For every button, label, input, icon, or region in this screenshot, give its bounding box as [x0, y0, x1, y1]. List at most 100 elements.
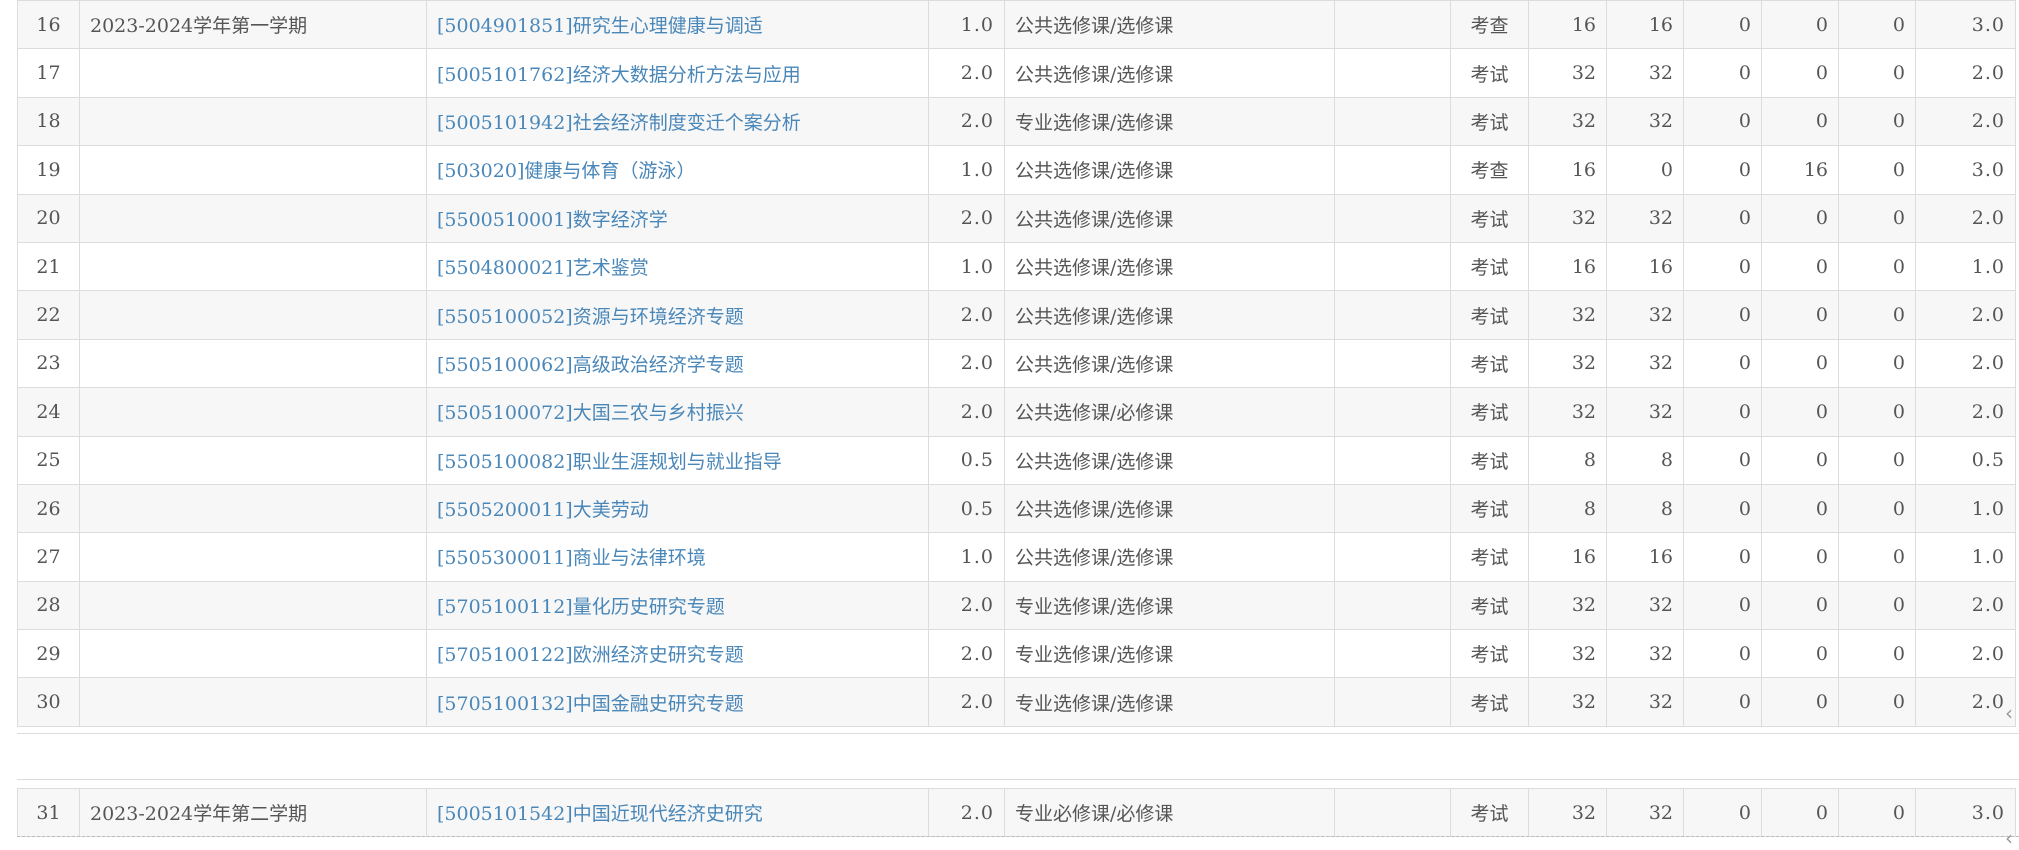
course-link[interactable]: [5505100072]大国三农与乡村振兴: [437, 402, 744, 424]
course-link[interactable]: [5505100082]职业生涯规划与就业指导: [437, 451, 782, 473]
row-index: 27: [17, 532, 80, 582]
course-link[interactable]: [5505200011]大美劳动: [437, 499, 649, 521]
practice-hours-cell: 0: [1761, 241, 1839, 292]
lab-hours-cell: 0: [1683, 532, 1762, 582]
practice-hours-cell: 0: [1761, 580, 1839, 631]
score-cell: 2.0: [1915, 580, 2016, 631]
course-cell: [5005101942]社会经济制度变迁个案分析: [426, 96, 929, 147]
exam-type-cell: 考试: [1450, 787, 1529, 838]
score-cell: 1.0: [1915, 483, 2016, 534]
course-type-cell: 公共选修课/选修课: [1004, 483, 1335, 534]
exam-type-cell: 考试: [1450, 290, 1529, 340]
lecture-hours-cell: 8: [1606, 483, 1684, 534]
lab-hours-cell: 0: [1683, 96, 1762, 147]
row-index: 25: [17, 435, 80, 485]
note-cell: [1334, 787, 1451, 838]
note-cell: [1334, 387, 1451, 437]
other-hours-cell: 0: [1838, 532, 1916, 582]
practice-hours-cell: 0: [1761, 338, 1839, 389]
course-link[interactable]: [5505100062]高级政治经济学专题: [437, 354, 744, 376]
credit-cell: 2.0: [928, 48, 1005, 98]
lecture-hours-cell: 8: [1606, 435, 1684, 485]
course-link[interactable]: [5005101942]社会经济制度变迁个案分析: [437, 112, 801, 134]
total-hours-cell: 32: [1528, 338, 1607, 389]
course-link[interactable]: [5505300011]商业与法律环境: [437, 547, 706, 569]
course-link[interactable]: [5505100052]资源与环境经济专题: [437, 306, 744, 328]
semester-cell: [79, 96, 427, 147]
practice-hours-cell: 0: [1761, 48, 1839, 98]
total-hours-cell: 32: [1528, 193, 1607, 243]
score-cell: 0.5: [1915, 435, 2016, 485]
course-cell: [5505100082]职业生涯规划与就业指导: [426, 435, 929, 485]
note-cell: [1334, 290, 1451, 340]
table-bottom-border: [17, 733, 2019, 734]
table-row: 28 [5705100112]量化历史研究专题 2.0 专业选修课/选修课 考试 32 32…: [17, 580, 2016, 631]
practice-hours-cell: 0: [1761, 532, 1839, 582]
total-hours-cell: 32: [1528, 387, 1607, 437]
score-cell: 2.0: [1915, 193, 2016, 243]
score-cell: 2.0: [1915, 677, 2016, 727]
course-type-cell: 专业必修课/必修课: [1004, 787, 1335, 838]
credit-cell: 2.0: [928, 338, 1005, 389]
lab-hours-cell: 0: [1683, 48, 1762, 98]
score-cell: 1.0: [1915, 532, 2016, 582]
exam-type-cell: 考试: [1450, 532, 1529, 582]
credit-cell: 1.0: [928, 0, 1005, 50]
semester-cell: [79, 677, 427, 727]
note-cell: [1334, 96, 1451, 147]
other-hours-cell: 0: [1838, 387, 1916, 437]
course-link[interactable]: [503020]健康与体育（游泳）: [437, 160, 695, 182]
score-cell: 2.0: [1915, 338, 2016, 389]
credit-cell: 0.5: [928, 435, 1005, 485]
course-link[interactable]: [5705100122]欧洲经济史研究专题: [437, 644, 744, 666]
other-hours-cell: 0: [1838, 145, 1916, 195]
other-hours-cell: 0: [1838, 241, 1916, 292]
exam-type-cell: 考试: [1450, 241, 1529, 292]
course-link[interactable]: [5005101762]经济大数据分析方法与应用: [437, 64, 801, 86]
other-hours-cell: 0: [1838, 580, 1916, 631]
course-link[interactable]: [5705100132]中国金融史研究专题: [437, 693, 744, 715]
total-hours-cell: 32: [1528, 290, 1607, 340]
course-cell: [5705100112]量化历史研究专题: [426, 580, 929, 631]
row-index: 30: [17, 677, 80, 727]
practice-hours-cell: 0: [1761, 435, 1839, 485]
lab-hours-cell: 0: [1683, 193, 1762, 243]
exam-type-cell: 考试: [1450, 387, 1529, 437]
course-link[interactable]: [5500510001]数字经济学: [437, 209, 668, 231]
course-cell: [5005101542]中国近现代经济史研究: [426, 787, 929, 838]
lab-hours-cell: 0: [1683, 629, 1762, 679]
semester-cell: [79, 193, 427, 243]
lab-hours-cell: 0: [1683, 580, 1762, 631]
practice-hours-cell: 0: [1761, 96, 1839, 147]
other-hours-cell: 0: [1838, 787, 1916, 838]
lecture-hours-cell: 16: [1606, 241, 1684, 292]
note-cell: [1334, 532, 1451, 582]
total-hours-cell: 32: [1528, 629, 1607, 679]
course-link[interactable]: [5705100112]量化历史研究专题: [437, 596, 725, 618]
total-hours-cell: 32: [1528, 677, 1607, 727]
semester-cell: [79, 241, 427, 292]
score-cell: 2.0: [1915, 48, 2016, 98]
chevron-left-icon[interactable]: ‹: [2005, 827, 2019, 849]
lab-hours-cell: 0: [1683, 290, 1762, 340]
credit-cell: 2.0: [928, 96, 1005, 147]
course-cell: [5705100122]欧洲经济史研究专题: [426, 629, 929, 679]
chevron-left-icon[interactable]: ‹: [2005, 702, 2019, 724]
practice-hours-cell: 0: [1761, 193, 1839, 243]
course-link[interactable]: [5504800021]艺术鉴赏: [437, 257, 649, 279]
table-top-border: [17, 779, 2019, 780]
table-row: 23 [5505100062]高级政治经济学专题 2.0 公共选修课/选修课 考试 32 3…: [17, 338, 2016, 389]
table-row: 21 [5504800021]艺术鉴赏 1.0 公共选修课/选修课 考试 16 16 0 0 0 1…: [17, 241, 2016, 292]
lecture-hours-cell: 32: [1606, 193, 1684, 243]
row-index: 28: [17, 580, 80, 631]
note-cell: [1334, 145, 1451, 195]
lecture-hours-cell: 16: [1606, 0, 1684, 50]
table-row: 26 [5505200011]大美劳动 0.5 公共选修课/选修课 考试 8 8 0 0 0 1.0: [17, 483, 2016, 534]
course-link[interactable]: [5004901851]研究生心理健康与调适: [437, 15, 763, 37]
semester-cell: 2023-2024学年第二学期: [79, 787, 427, 838]
course-type-cell: 公共选修课/选修课: [1004, 145, 1335, 195]
row-index: 22: [17, 290, 80, 340]
course-type-cell: 公共选修课/选修课: [1004, 0, 1335, 50]
course-link[interactable]: [5005101542]中国近现代经济史研究: [437, 803, 763, 825]
note-cell: [1334, 338, 1451, 389]
